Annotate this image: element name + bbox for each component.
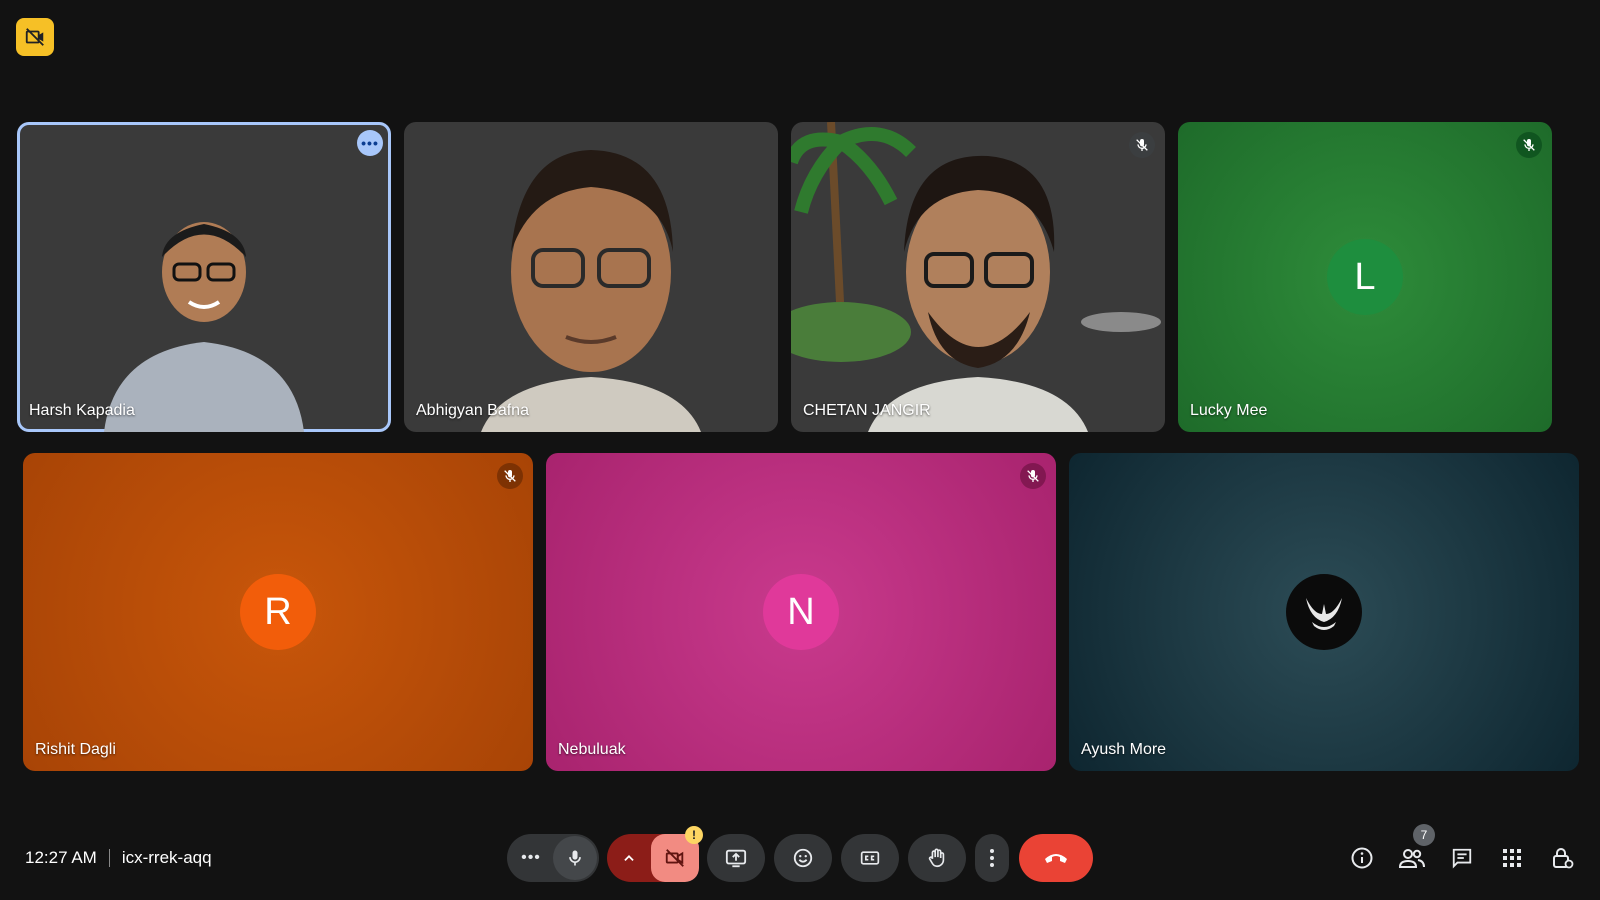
participant-video-harsh (104, 222, 304, 432)
people-icon (1399, 849, 1425, 868)
mic-group: ••• (507, 834, 599, 882)
microphone-icon (569, 850, 581, 866)
participant-avatar: R (240, 574, 316, 650)
host-controls-button[interactable] (1542, 838, 1582, 878)
more-options-button[interactable] (975, 834, 1009, 882)
host-controls-icon (1553, 848, 1574, 869)
participant-name: CHETAN JANGIR (803, 402, 931, 419)
participant-tile-harsh[interactable]: ••• Harsh Kapadia (17, 122, 391, 432)
warning-icon: ! (685, 826, 703, 844)
participant-options-button[interactable]: ••• (357, 130, 383, 156)
raise-hand-button[interactable] (908, 834, 966, 882)
recording-indicator[interactable] (16, 18, 54, 56)
meeting-details-button[interactable] (1342, 838, 1382, 878)
participant-tile-rishit[interactable]: R Rishit Dagli (23, 453, 533, 771)
participant-tile-nebuluak[interactable]: N Nebuluak (546, 453, 1056, 771)
mic-off-icon (1027, 470, 1039, 482)
participant-name: Lucky Mee (1190, 402, 1268, 419)
divider (108, 849, 110, 867)
muted-indicator (1516, 132, 1542, 158)
activities-icon (1503, 849, 1521, 867)
chat-button[interactable] (1442, 838, 1482, 878)
participant-name: Abhigyan Bafna (416, 402, 529, 419)
audio-options-button[interactable]: ••• (509, 849, 553, 867)
participant-tile-lucky[interactable]: L Lucky Mee (1178, 122, 1552, 432)
chat-icon (1452, 848, 1472, 869)
meeting-info: 12:27 AM icx-rrek-aqq (25, 848, 212, 868)
captions-icon (860, 851, 880, 865)
participant-name: Ayush More (1081, 741, 1167, 758)
participant-count-badge: 7 (1413, 824, 1435, 846)
no-video-recording-icon (25, 28, 44, 46)
meeting-time: 12:27 AM (25, 848, 97, 867)
leave-call-button[interactable] (1019, 834, 1093, 882)
venom-avatar-icon (1306, 598, 1342, 630)
mic-off-icon (1523, 139, 1535, 151)
participant-tile-abhigyan[interactable]: Abhigyan Bafna (404, 122, 778, 432)
present-screen-icon (725, 849, 747, 868)
participant-video-abhigyan (481, 150, 701, 432)
muted-indicator (497, 463, 523, 489)
info-icon (1351, 847, 1373, 869)
participant-name: Harsh Kapadia (29, 402, 135, 419)
participant-name: Nebuluak (558, 741, 626, 758)
meeting-code: icx-rrek-aqq (121, 848, 212, 867)
activities-button[interactable] (1492, 838, 1532, 878)
mic-off-icon (504, 470, 516, 482)
participant-avatar: N (763, 574, 839, 650)
mic-off-icon (1136, 139, 1148, 151)
camera-options-button[interactable] (607, 851, 651, 865)
emoji-button[interactable] (774, 834, 832, 882)
more-vert-icon (990, 849, 994, 867)
leave-call-icon (1045, 854, 1067, 863)
camera-button[interactable]: ! (651, 826, 703, 882)
muted-indicator (1020, 463, 1046, 489)
participant-video-chetan (868, 155, 1088, 432)
present-button[interactable] (707, 834, 765, 882)
participant-name: Rishit Dagli (35, 741, 116, 758)
camera-off-icon (665, 849, 684, 867)
microphone-button[interactable] (553, 836, 597, 880)
muted-indicator (1129, 132, 1155, 158)
captions-button[interactable] (841, 834, 899, 882)
chevron-up-icon (624, 855, 634, 861)
participant-avatar: L (1327, 239, 1403, 315)
participant-tile-chetan[interactable]: CHETAN JANGIR (791, 122, 1165, 432)
participant-avatar-venom (1286, 574, 1362, 650)
camera-group: ! (607, 826, 703, 882)
participant-tile-ayush[interactable]: Ayush More (1069, 453, 1579, 771)
emoji-icon (793, 848, 813, 868)
raise-hand-icon (928, 848, 945, 868)
